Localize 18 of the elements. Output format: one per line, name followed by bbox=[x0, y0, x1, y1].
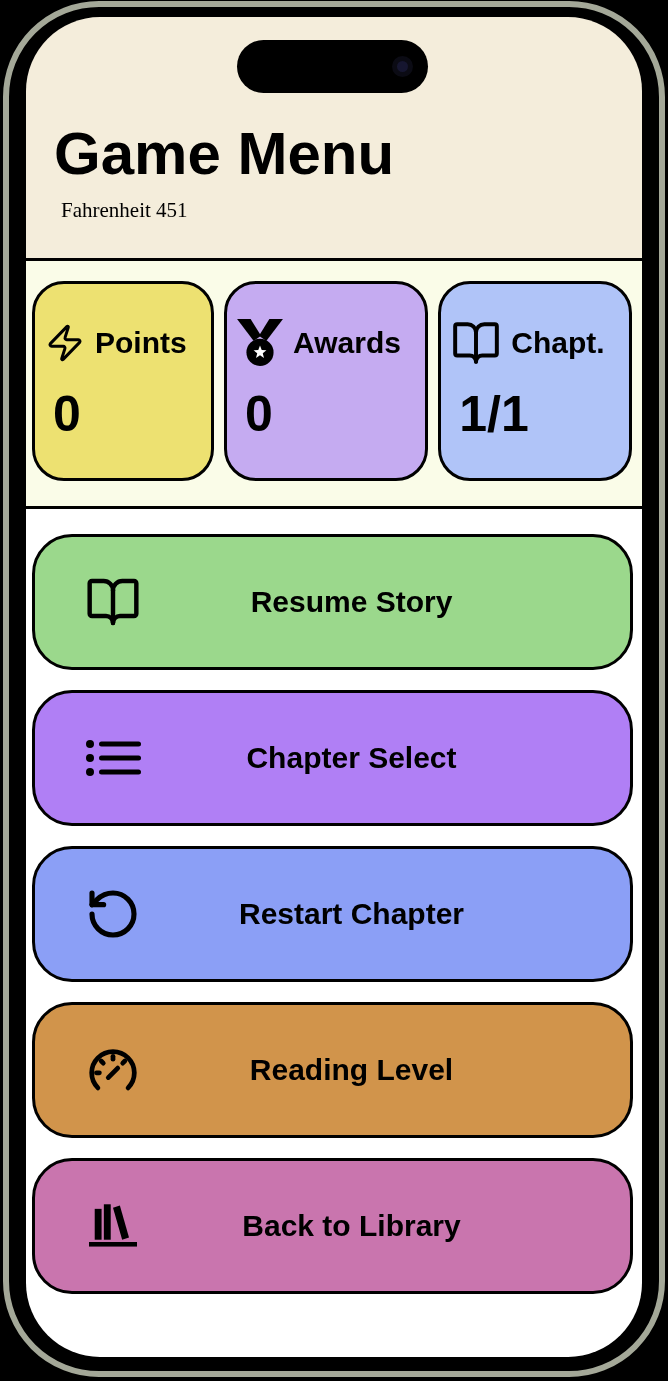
stat-value: 1/1 bbox=[459, 389, 529, 439]
menu-button[interactable]: Chapter Select bbox=[32, 690, 633, 826]
menu-button[interactable]: Restart Chapter bbox=[32, 846, 633, 982]
stat-label: Points bbox=[95, 328, 187, 358]
medal-icon bbox=[237, 319, 284, 367]
menu-button[interactable]: Back to Library bbox=[32, 1158, 633, 1294]
stat-value: 0 bbox=[53, 389, 81, 439]
stat-value: 0 bbox=[245, 389, 273, 439]
stat-label: Chapt. bbox=[511, 328, 605, 358]
page-title: Game Menu bbox=[54, 124, 395, 184]
menu-button[interactable]: Resume Story bbox=[32, 534, 633, 670]
books-icon bbox=[89, 1203, 137, 1249]
camera-icon bbox=[392, 56, 413, 77]
book-title: Fahrenheit 451 bbox=[61, 200, 188, 221]
menu-button[interactable]: Reading Level bbox=[32, 1002, 633, 1138]
list-icon bbox=[85, 738, 141, 778]
stat-label: Awards bbox=[293, 328, 401, 358]
gauge-icon bbox=[88, 1047, 138, 1093]
